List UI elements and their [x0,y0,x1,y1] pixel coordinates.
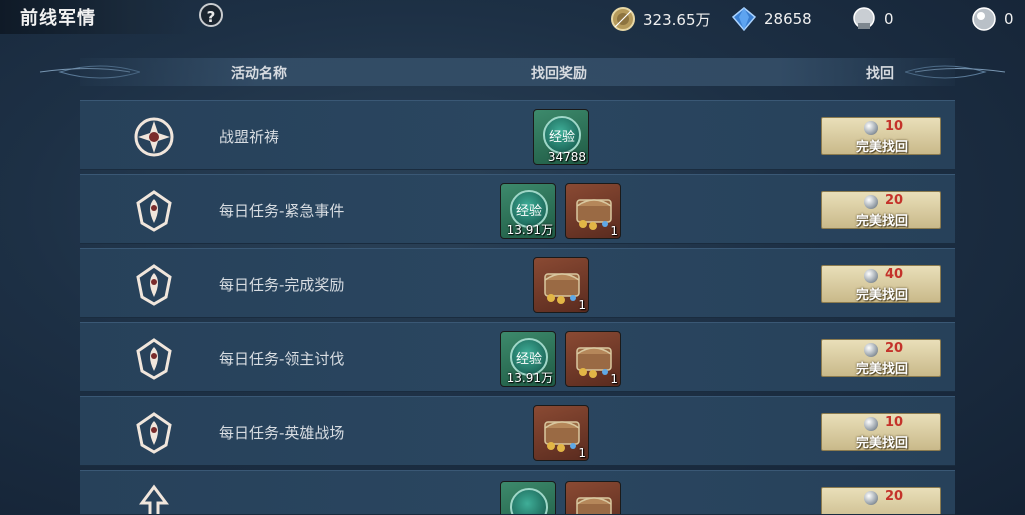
alliance-emblem-icon [134,117,174,157]
exp-reward-item[interactable]: 经验 13.91万 [500,331,556,387]
exp-reward-item[interactable] [500,481,556,514]
table-row: 每日任务-领主讨伐 经验 13.91万 1 20 完美找回 [80,322,955,392]
help-button[interactable]: ? [199,3,223,27]
diamond-resource: 28658 [730,6,812,32]
recover-cost: 10 [885,119,904,134]
silver-orb-icon [972,7,996,31]
activity-name: 每日任务-英雄战场 [219,424,345,442]
activity-name: 战盟祈祷 [219,128,280,146]
column-rewards: 找回奖励 [531,66,587,82]
column-activity-name: 活动名称 [231,66,287,82]
table-header: 活动名称 找回奖励 找回 [80,58,955,86]
reward-quantity: 13.91万 [506,223,553,237]
silver-coin-resource: 0 [850,6,894,32]
activity-name: 每日任务-紧急事件 [219,202,345,220]
table-row: 每日任务-完成奖励 1 40 完美找回 [80,248,955,318]
table-row: 战盟祈祷 经验 34788 10 完美找回 [80,100,955,170]
exp-reward-item[interactable]: 经验 34788 [533,109,589,165]
perfect-recover-button[interactable]: 10 完美找回 [821,117,941,155]
perfect-recover-button[interactable]: 20 完美找回 [821,191,941,229]
chest-reward-item[interactable]: 1 [565,331,621,387]
silver-orb-resource: 0 [970,6,1014,32]
page-title: 前线军情 [20,8,96,29]
silver-coin-icon [864,417,878,431]
recover-cost: 20 [885,489,904,504]
exp-label: 经验 [515,204,542,219]
perfect-recover-button[interactable]: 10 完美找回 [821,413,941,451]
gold-coin-icon [611,7,635,31]
daily-task-emblem-icon [136,264,172,306]
reward-quantity: 1 [610,372,618,386]
exp-label: 经验 [548,130,575,145]
recover-cost: 40 [885,267,904,282]
exp-label: 经验 [515,352,542,367]
recover-label: 完美找回 [855,436,908,451]
silver-coin-icon [864,195,878,209]
reward-quantity: 1 [578,446,586,460]
recover-cost: 20 [885,341,904,356]
table-row: 20 [80,470,955,515]
treasure-chest-icon [576,497,612,514]
chest-reward-item[interactable]: 1 [533,405,589,461]
blue-diamond-icon [731,7,757,32]
reward-quantity: 13.91万 [506,371,553,385]
perfect-recover-button[interactable]: 20 完美找回 [821,339,941,377]
gold-value: 323.65万 [643,10,711,29]
silver-coin-icon [864,121,878,135]
silver-coin-icon [864,491,878,505]
exp-reward-item[interactable]: 经验 13.91万 [500,183,556,239]
column-recover: 找回 [866,66,894,82]
recover-label: 完美找回 [855,140,908,155]
recover-label: 完美找回 [855,288,908,303]
recover-label: 完美找回 [855,214,908,229]
activity-name: 每日任务-完成奖励 [219,276,345,294]
table-row: 每日任务-英雄战场 1 10 完美找回 [80,396,955,466]
silver-orb-value: 0 [1004,10,1014,28]
chest-reward-item[interactable] [565,481,621,514]
exp-orb-icon [510,488,548,514]
recover-cost: 10 [885,415,904,430]
recover-label: 完美找回 [855,362,908,377]
daily-task-emblem-icon [136,338,172,380]
silver-coin-icon [864,269,878,283]
arrow-emblem-icon [139,484,169,514]
perfect-recover-button[interactable]: 20 [821,487,941,514]
silver-coin-icon [864,343,878,357]
perfect-recover-button[interactable]: 40 完美找回 [821,265,941,303]
chest-reward-item[interactable]: 1 [533,257,589,313]
daily-task-emblem-icon [136,190,172,232]
reward-quantity: 1 [610,224,618,238]
chest-reward-item[interactable]: 1 [565,183,621,239]
activity-name: 每日任务-领主讨伐 [219,350,345,368]
recover-cost: 20 [885,193,904,208]
reward-quantity: 34788 [547,150,586,164]
table-row: 每日任务-紧急事件 经验 13.91万 1 20 完美找回 [80,174,955,244]
daily-task-emblem-icon [136,412,172,454]
gold-resource: 323.65万 [609,6,711,32]
reward-quantity: 1 [578,298,586,312]
silver-coin-icon [853,7,875,29]
silver-coin-value: 0 [884,10,894,28]
diamond-value: 28658 [764,10,812,28]
